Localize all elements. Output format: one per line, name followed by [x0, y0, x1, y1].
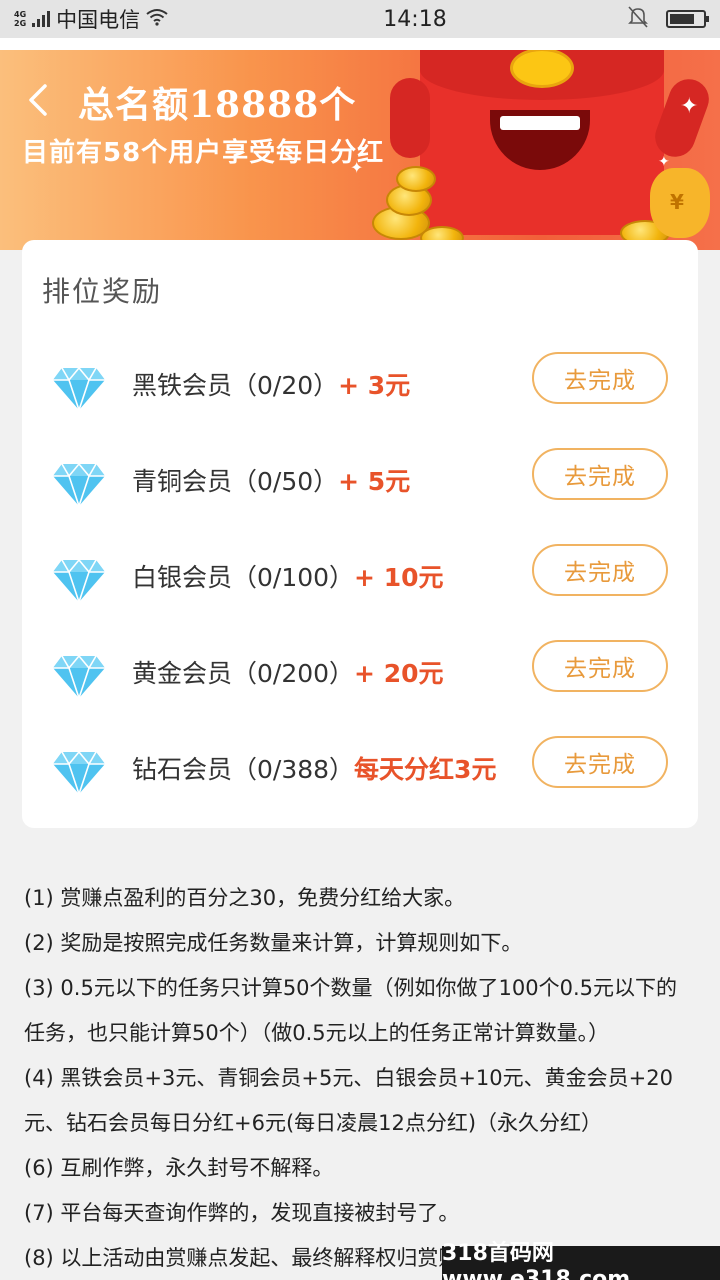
diamond-icon: [52, 654, 106, 701]
red-envelope-illustration: [420, 40, 664, 235]
diamond-icon: [52, 750, 106, 797]
header-banner: ¥ ✦ ✦ ✦ 总名额18888个 目前有58个用户享受每日分红: [0, 38, 720, 250]
rule-line: (2) 奖励是按照完成任务数量来计算，计算规则如下。: [24, 931, 523, 955]
rule-line: (6) 互刷作弊，永久封号不解释。: [24, 1156, 334, 1180]
go-complete-button[interactable]: 去完成: [532, 640, 668, 692]
ranking-reward-card: 排位奖励 黑铁会员（0/20）+ 3元 去完成 青铜会员（0/50）+ 5元 去完成白…: [22, 240, 698, 828]
card-title: 排位奖励: [42, 275, 163, 308]
reward-row: 黑铁会员（0/20）+ 3元 去完成: [22, 352, 698, 448]
coin-icon: [396, 166, 436, 192]
carrier-name: 中国电信: [56, 8, 141, 32]
banner-title: 总名额18888个: [78, 84, 357, 126]
sparkle-icon: ✦: [658, 154, 670, 170]
membership-name: 白银会员（0/100）: [132, 563, 355, 592]
reward-amount: + 10元: [354, 563, 444, 592]
back-chevron-icon[interactable]: [28, 82, 48, 126]
go-complete-button[interactable]: 去完成: [532, 448, 668, 500]
reward-amount: + 20元: [354, 659, 444, 688]
rule-line: 元、钻石会员每日分红+6元(每日凌晨12点分红)（永久分红）: [24, 1111, 603, 1135]
rules-list: (1) 赏赚点盈利的百分之30，免费分红给大家。 (2) 奖励是按照完成任务数量…: [24, 876, 700, 1280]
membership-name: 青铜会员（0/50）: [132, 467, 339, 496]
go-complete-button[interactable]: 去完成: [532, 352, 668, 404]
wifi-icon: [146, 8, 168, 31]
membership-name: 黑铁会员（0/20）: [132, 371, 339, 400]
go-complete-button[interactable]: 去完成: [532, 736, 668, 788]
status-bar: 4G 2G 中国电信 14:18: [0, 0, 720, 38]
status-right: [556, 5, 709, 33]
membership-name: 钻石会员（0/388）: [132, 755, 355, 784]
reward-row: 钻石会员（0/388）每天分红3元 去完成: [22, 736, 698, 832]
rule-line: (3) 0.5元以下的任务只计算50个数量（例如你做了100个0.5元以下的: [24, 976, 678, 1000]
reward-amount: + 5元: [338, 467, 411, 496]
diamond-icon: [52, 462, 106, 509]
diamond-icon: [52, 558, 106, 605]
reward-row: 白银会员（0/100）+ 10元 去完成: [22, 544, 698, 640]
membership-label: 黑铁会员（0/20）+ 3元: [132, 366, 410, 402]
membership-label: 白银会员（0/100）+ 10元: [132, 558, 444, 594]
reward-amount: 每天分红3元: [354, 755, 497, 784]
bell-off-icon: [628, 5, 648, 33]
membership-label: 青铜会员（0/50）+ 5元: [132, 462, 410, 498]
battery-level: [670, 14, 694, 24]
membership-label: 黄金会员（0/200）+ 20元: [132, 654, 444, 690]
sparkle-icon: ✦: [680, 94, 699, 119]
watermark: 318首码网 www.e318.com: [442, 1241, 720, 1280]
status-time: 14:18: [383, 6, 447, 32]
membership-label: 钻石会员（0/388）每天分红3元: [132, 750, 496, 786]
signal-icon: [32, 11, 51, 27]
reward-amount: + 3元: [338, 371, 411, 400]
diamond-icon: [52, 366, 106, 413]
rule-line: (4) 黑铁会员+3元、青铜会员+5元、白银会员+10元、黄金会员+20: [24, 1066, 673, 1090]
membership-name: 黄金会员（0/200）: [132, 659, 355, 688]
money-bag-icon: ¥: [650, 168, 710, 238]
network-type: 4G 2G: [14, 10, 27, 28]
reward-row: 黄金会员（0/200）+ 20元 去完成: [22, 640, 698, 736]
banner-subtitle: 目前有58个用户享受每日分红: [22, 138, 385, 168]
go-complete-button[interactable]: 去完成: [532, 544, 668, 596]
reward-row: 青铜会员（0/50）+ 5元 去完成: [22, 448, 698, 544]
rule-line: 任务，也只能计算50个）（做0.5元以上的任务正常计算数量。）: [24, 1021, 610, 1045]
rule-line: (7) 平台每天查询作弊的，发现直接被封号了。: [24, 1201, 460, 1225]
status-left: 4G 2G 中国电信: [14, 4, 294, 34]
battery-icon: [666, 10, 709, 28]
rule-line: (1) 赏赚点盈利的百分之30，免费分红给大家。: [24, 886, 466, 910]
smile-illustration: [490, 110, 590, 170]
